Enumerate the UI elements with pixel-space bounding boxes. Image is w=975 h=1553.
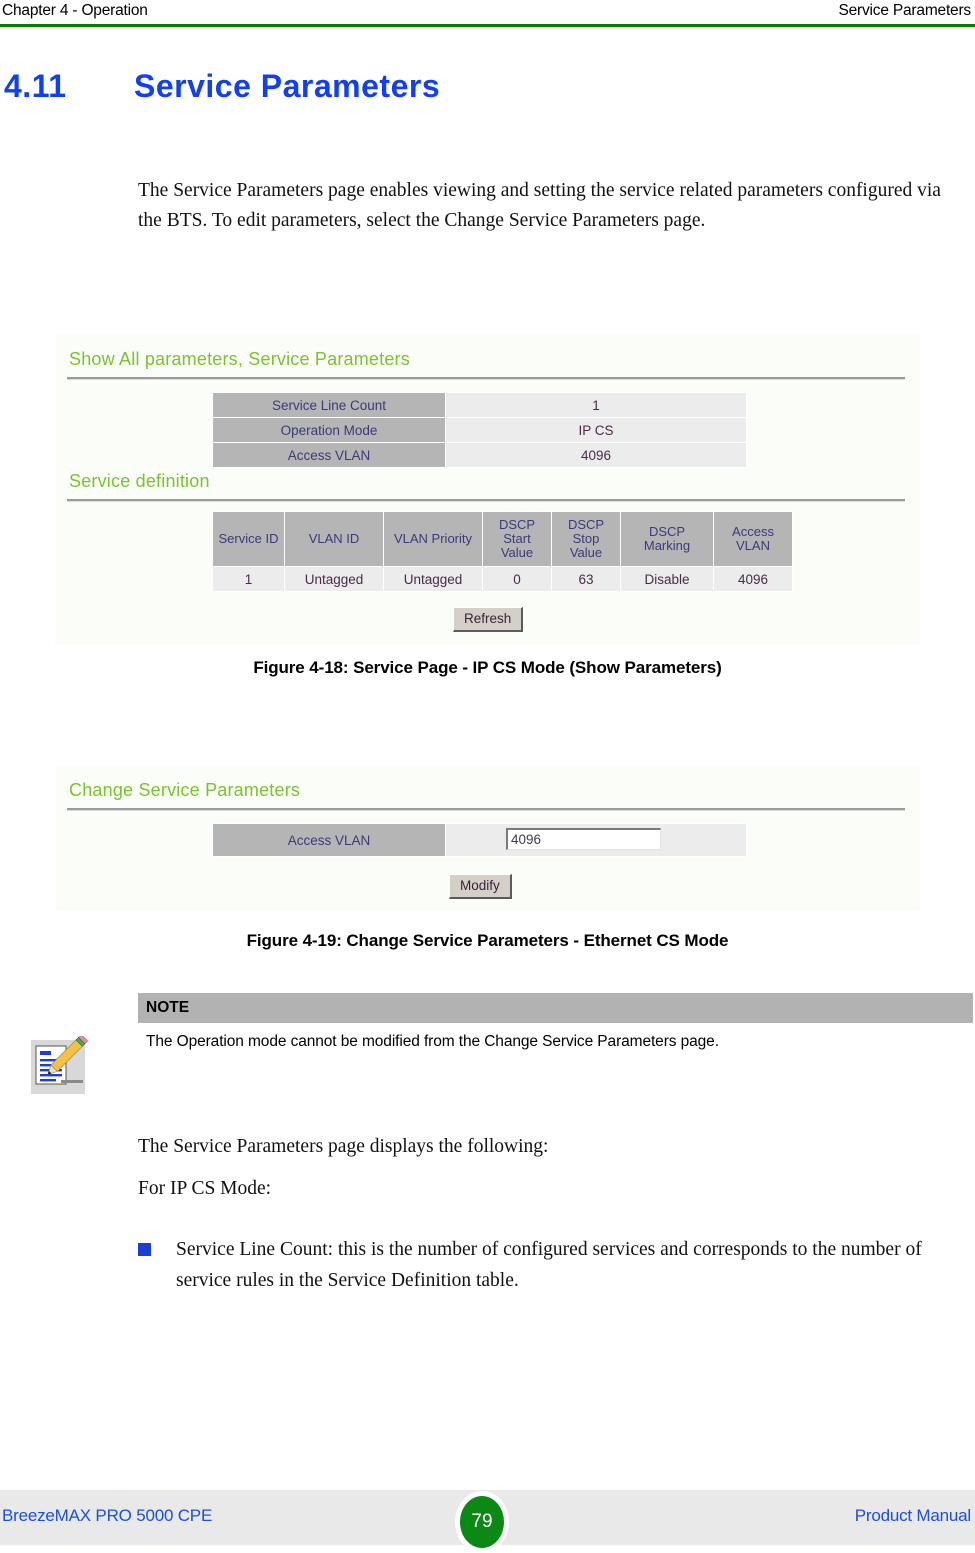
access-vlan-label: Access VLAN — [212, 442, 446, 468]
refresh-button[interactable]: Refresh — [453, 607, 524, 632]
service-line-count-label: Service Line Count — [212, 392, 446, 418]
change-service-parameters-heading: Change Service Parameters — [69, 780, 301, 800]
intro-paragraph: The Service Parameters page enables view… — [138, 180, 941, 231]
change-access-vlan-label: Access VLAN — [212, 823, 446, 857]
cell-vlan-id: Untagged — [284, 566, 384, 592]
service-line-count-value: 1 — [445, 392, 747, 418]
change-parameters-table: Access VLAN — [212, 823, 747, 857]
header-chapter-label: Chapter 4 - Operation — [2, 2, 148, 19]
page-title: 4.11 Service Parameters — [4, 68, 440, 105]
service-summary-table: Service Line Count 1 Operation Mode IP C… — [212, 392, 747, 468]
cell-dscp-marking: Disable — [620, 566, 714, 592]
service-definition-heading: Service definition — [69, 471, 210, 491]
note-pencil-icon — [31, 1036, 89, 1094]
figure-caption-4-18: Figure 4-18: Service Page - IP CS Mode (… — [253, 658, 722, 677]
note-text: The Operation mode cannot be modified fr… — [146, 1033, 719, 1050]
figure-caption-4-19: Figure 4-19: Change Service Parameters -… — [246, 931, 729, 950]
operation-mode-label: Operation Mode — [212, 417, 446, 443]
table-row: Operation Mode IP CS — [212, 417, 747, 443]
change-service-parameters-divider — [67, 808, 905, 811]
table-header-row: Service ID VLAN ID VLAN Priority DSCP St… — [212, 511, 793, 567]
show-parameters-screenshot: Show All parameters, Service Parameters … — [55, 335, 920, 645]
ipcs-mode-paragraph: For IP CS Mode: — [138, 1178, 272, 1199]
service-definition-divider — [67, 499, 905, 502]
change-parameters-screenshot: Change Service Parameters Access VLAN Mo… — [55, 766, 920, 911]
list-item: Service Line Count: this is the number o… — [138, 1234, 968, 1296]
access-vlan-input[interactable] — [506, 828, 661, 850]
access-vlan-value: 4096 — [445, 442, 747, 468]
cell-service-id: 1 — [212, 566, 285, 592]
show-all-parameters-divider — [67, 377, 905, 380]
operation-mode-value: IP CS — [445, 417, 747, 443]
col-dscp-marking: DSCP Marking — [620, 511, 714, 567]
page-header: Chapter 4 - Operation Service Parameters — [0, 0, 975, 32]
cell-dscp-stop-value: 63 — [551, 566, 621, 592]
cell-vlan-priority: Untagged — [383, 566, 483, 592]
col-service-id: Service ID — [212, 511, 285, 567]
header-rule — [0, 24, 975, 27]
footer-manual-label: Product Manual — [854, 1506, 971, 1525]
header-section-label: Service Parameters — [838, 2, 971, 19]
col-vlan-id: VLAN ID — [284, 511, 384, 567]
table-row: Access VLAN 4096 — [212, 442, 747, 468]
table-row: Service Line Count 1 — [212, 392, 747, 418]
bullet-square-icon — [138, 1243, 151, 1256]
table-row: 1 Untagged Untagged 0 63 Disable 4096 — [212, 566, 793, 592]
section-number: 4.11 — [4, 68, 67, 104]
displays-paragraph: The Service Parameters page displays the… — [138, 1136, 549, 1157]
section-title-text: Service Parameters — [134, 68, 441, 104]
note-box: NOTE The Operation mode cannot be modifi… — [138, 993, 973, 1051]
table-row: Access VLAN — [212, 823, 747, 857]
col-dscp-stop-value: DSCP Stop Value — [551, 511, 621, 567]
note-title: NOTE — [138, 993, 973, 1023]
show-all-parameters-heading: Show All parameters, Service Parameters — [69, 349, 410, 369]
col-vlan-priority: VLAN Priority — [383, 511, 483, 567]
col-access-vlan: Access VLAN — [713, 511, 793, 567]
col-dscp-start-value: DSCP Start Value — [482, 511, 552, 567]
cell-access-vlan: 4096 — [713, 566, 793, 592]
service-definition-table: Service ID VLAN ID VLAN Priority DSCP St… — [212, 511, 793, 592]
bullet-text: Service Line Count: this is the number o… — [176, 1239, 922, 1291]
page-number-badge: 79 — [455, 1491, 509, 1553]
modify-button[interactable]: Modify — [449, 874, 512, 899]
cell-dscp-start-value: 0 — [482, 566, 552, 592]
footer-product-name: BreezeMAX PRO 5000 CPE — [2, 1506, 213, 1525]
